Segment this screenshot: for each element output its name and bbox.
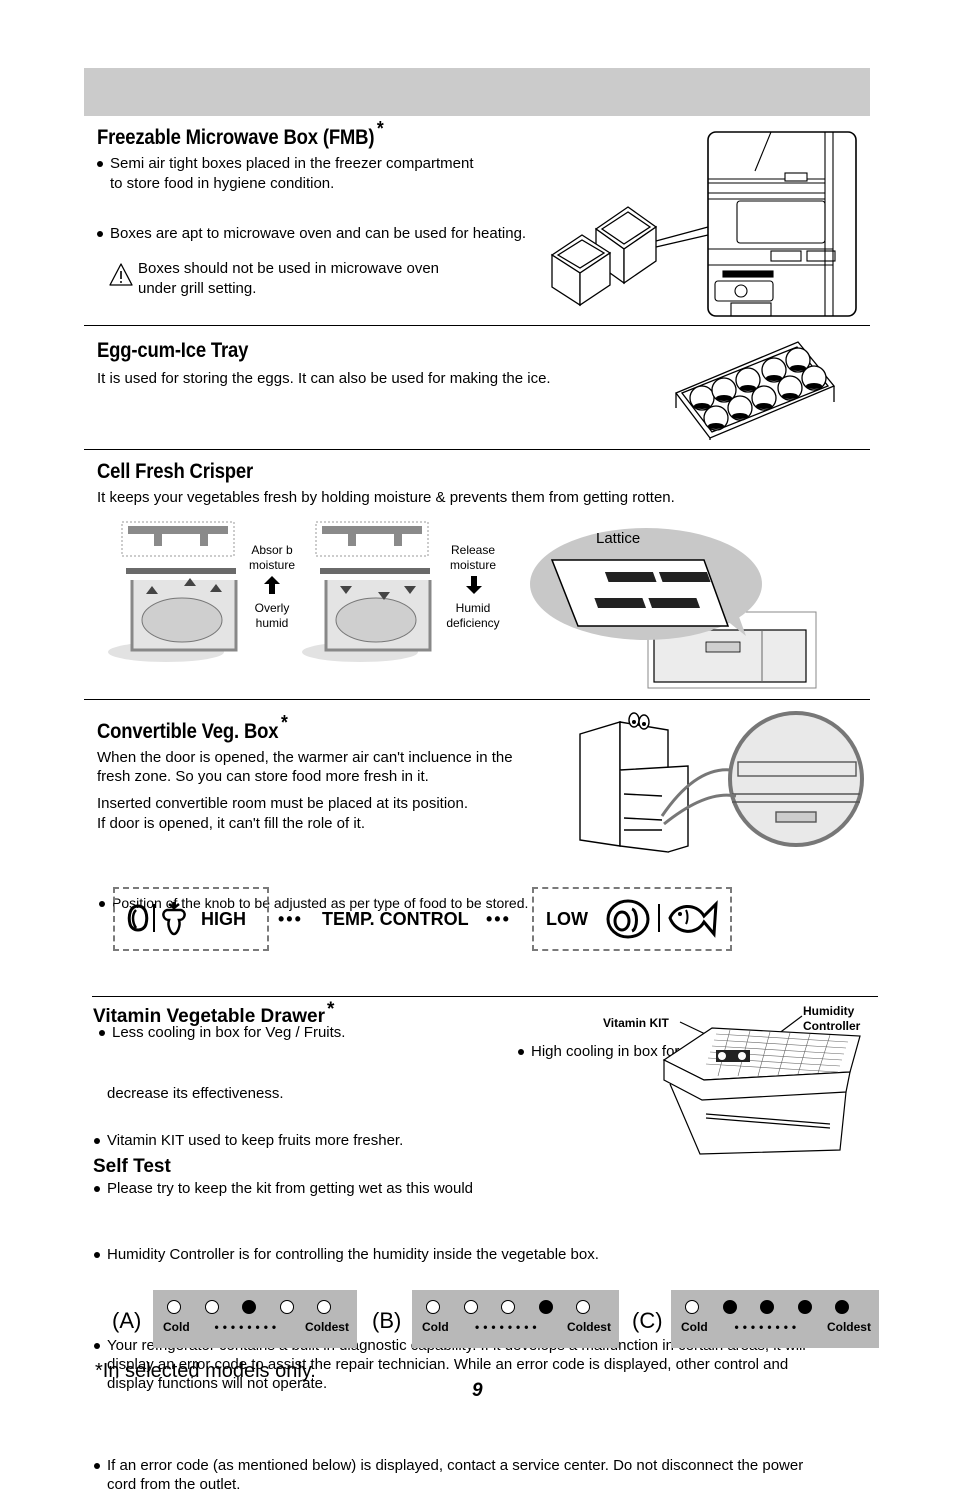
led-indicator-on	[760, 1300, 774, 1314]
panel-a-label: (A)	[112, 1308, 142, 1333]
coldest-label: Coldest	[566, 1320, 611, 1334]
section-divider	[92, 996, 878, 997]
dots-left: •••	[278, 909, 303, 929]
veg-box-para1-line1: When the door is opened, the warmer air …	[97, 749, 513, 766]
vitamin-bullet-3: Humidity Controller is for controlling t…	[93, 1245, 954, 1264]
crisper-release-diagram	[300, 520, 436, 665]
coldest-label: Coldest	[826, 1320, 871, 1334]
section-divider	[84, 325, 870, 326]
coldest-label: Coldest	[304, 1320, 349, 1334]
fmb-warning-line-2: under grill setting.	[138, 280, 257, 297]
cold-label: Cold	[422, 1320, 449, 1334]
crisper-text: It keeps your vegetables fresh by holdin…	[97, 489, 675, 506]
meat-icon	[606, 899, 650, 939]
absorb-label: Absor b moisture	[248, 543, 295, 572]
scale-dots: ••••••••	[734, 1320, 801, 1334]
egg-tray-title: Egg-cum-Ice Tray	[97, 339, 249, 362]
error-panel-b: Cold •••••••• Coldest	[412, 1290, 619, 1348]
scale-dots: ••••••••	[214, 1320, 281, 1334]
led-indicator-off	[167, 1300, 181, 1314]
self-test-bullet-2: If an error code (as mentioned below) is…	[93, 1456, 954, 1494]
warning-icon	[108, 262, 134, 288]
fmb-title: Freezable Microwave Box (FMB) *	[97, 118, 384, 149]
led-indicator-off	[204, 1300, 219, 1314]
asterisk: *	[280, 712, 288, 734]
fmb-boxes-illustration	[548, 205, 709, 310]
crisper-absorb-diagram	[106, 520, 242, 665]
lattice-illustration	[526, 520, 818, 690]
scale-dots: ••••••••	[475, 1320, 541, 1334]
icon-separator	[658, 904, 660, 932]
section-divider	[84, 449, 870, 450]
vitamin-bullet-2-cont: decrease its effectiveness.	[107, 1085, 284, 1102]
freezer-illustration	[707, 131, 857, 317]
temp-scale: Cold •••••••• Coldest	[681, 1320, 871, 1334]
arrow-down-icon	[466, 576, 482, 594]
led-indicator-on	[797, 1300, 812, 1314]
vitamin-bullet-2: Please try to keep the kit from getting …	[93, 1179, 954, 1198]
fmb-warning-line-1: Boxes should not be used in microwave ov…	[138, 260, 440, 277]
lattice-label: Lattice	[596, 530, 641, 547]
led-indicator-off	[426, 1300, 440, 1314]
fruit-icon	[126, 902, 150, 934]
led-row	[671, 1300, 879, 1316]
vitamin-kit-label: Vitamin KIT	[603, 1016, 669, 1030]
veg-box-illustration	[576, 706, 864, 853]
led-indicator-on	[538, 1300, 553, 1314]
led-indicator-off	[501, 1300, 515, 1314]
section-divider	[84, 699, 870, 700]
led-indicator-on	[835, 1300, 849, 1314]
fish-icon	[666, 900, 720, 938]
release-label: Release moisture	[449, 543, 496, 572]
led-row	[153, 1300, 357, 1316]
cold-label: Cold	[681, 1320, 708, 1334]
temp-scale: Cold •••••••• Coldest	[163, 1320, 349, 1334]
led-indicator-on	[722, 1300, 737, 1314]
panel-b-label: (B)	[372, 1308, 402, 1333]
veg-box-para1-line2: fresh zone. So you can store food more f…	[97, 768, 429, 785]
egg-tray-illustration	[672, 338, 837, 440]
error-panel-a: Cold •••••••• Coldest	[153, 1290, 357, 1348]
led-indicator-on	[242, 1300, 256, 1314]
arrow-up-icon	[264, 576, 280, 594]
icon-separator	[153, 904, 155, 932]
humid-deficiency-label: Humid deficiency	[446, 601, 500, 630]
self-test-title: Self Test	[93, 1156, 171, 1177]
panel-c-label: (C)	[632, 1308, 663, 1333]
asterisk: *	[376, 118, 384, 140]
crisper-title: Cell Fresh Crisper	[97, 460, 254, 483]
led-indicator-off	[685, 1300, 699, 1314]
temp-control-label: TEMP. CONTROL	[322, 909, 469, 929]
egg-tray-text: It is used for storing the eggs. It can …	[97, 370, 551, 387]
cold-label: Cold	[163, 1320, 190, 1334]
asterisk: *	[326, 999, 335, 1020]
header-bar	[84, 68, 870, 116]
temp-scale: Cold •••••••• Coldest	[422, 1320, 611, 1334]
veg-box-para2-line2: If door is opened, it can't fill the rol…	[97, 815, 366, 832]
led-indicator-off	[279, 1300, 294, 1314]
vegetable-icon	[159, 900, 189, 936]
led-row	[412, 1300, 619, 1316]
led-indicator-off	[576, 1300, 590, 1314]
vitamin-drawer-illustration	[660, 1014, 861, 1156]
page-number: 9	[472, 1380, 483, 1401]
veg-box-title: Convertible Veg. Box *	[97, 712, 288, 743]
led-indicator-off	[317, 1300, 331, 1314]
overly-humid-label: Overly humid	[254, 601, 290, 630]
veg-box-para2-line1: Inserted convertible room must be placed…	[97, 795, 469, 812]
high-label: HIGH	[201, 909, 246, 929]
dots-right: •••	[486, 909, 511, 929]
footnote: *In selected models only.	[95, 1360, 316, 1382]
low-label: LOW	[546, 909, 588, 929]
vitamin-title: Vitamin Vegetable Drawer *	[93, 999, 335, 1027]
fmb-bullet-1-cont: to store food in hygiene condition.	[110, 175, 335, 192]
error-panel-c: Cold •••••••• Coldest	[671, 1290, 879, 1348]
led-indicator-off	[463, 1300, 478, 1314]
